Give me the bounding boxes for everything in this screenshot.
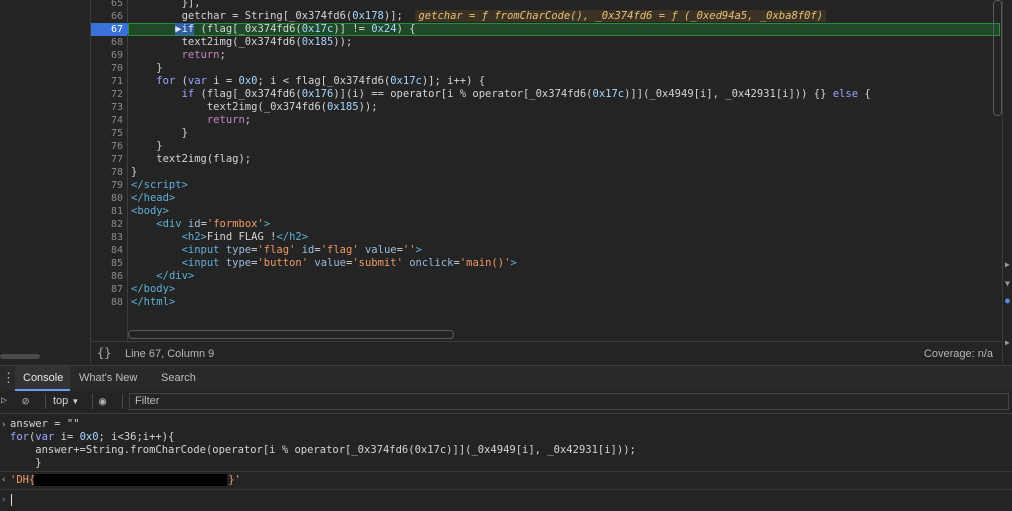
code-line-83[interactable]: <h2>Find FLAG !</h2> bbox=[131, 231, 308, 244]
line-number-active[interactable]: 67 bbox=[91, 23, 123, 36]
source-editor[interactable]: 65 66 67 68 69 70 71 72 73 74 75 76 77 7… bbox=[91, 0, 1001, 340]
console-prompt-input[interactable] bbox=[11, 494, 12, 506]
line-number[interactable]: 68 bbox=[91, 36, 123, 49]
line-number[interactable]: 70 bbox=[91, 62, 123, 75]
output-chevron-icon: ‹ bbox=[1, 475, 7, 485]
console-input-line: answer = "" bbox=[10, 418, 80, 430]
console-output[interactable]: › answer = "" for(var i= 0x0; i<36;i++){… bbox=[0, 414, 1012, 511]
input-chevron-icon: › bbox=[1, 420, 7, 430]
expand-arrow-icon[interactable]: ▶ bbox=[1005, 338, 1010, 347]
code-line-67[interactable]: ▶if (flag[​_0x374fd6(0x17c)] != 0x24) { bbox=[131, 23, 416, 36]
console-input-line: answer+=String.fromCharCode(operator[i %… bbox=[10, 444, 636, 456]
eye-icon[interactable]: ◉ bbox=[99, 394, 106, 408]
line-number[interactable]: 75 bbox=[91, 127, 123, 140]
code-line-79[interactable]: </script> bbox=[131, 179, 188, 192]
chevron-down-icon: ▼ bbox=[71, 397, 80, 406]
drawer-menu-icon[interactable]: ⋮ bbox=[2, 371, 15, 386]
pretty-print-button[interactable]: {} bbox=[97, 346, 111, 360]
code-line-68[interactable]: text2img(_0x374fd6(0x185)); bbox=[131, 36, 353, 49]
code-line-88[interactable]: </html> bbox=[131, 296, 175, 309]
tab-console-label: Console bbox=[23, 372, 64, 384]
line-number[interactable]: 88 bbox=[91, 296, 123, 309]
line-number[interactable]: 71 bbox=[91, 75, 123, 88]
line-number[interactable]: 65 bbox=[91, 0, 123, 10]
sidebar-toggle-icon[interactable]: ▷ bbox=[1, 395, 7, 406]
line-number[interactable]: 74 bbox=[91, 114, 123, 127]
context-selector-value: top bbox=[53, 395, 69, 407]
code-line-87[interactable]: </body> bbox=[131, 283, 175, 296]
code-line-82[interactable]: <div id='formbox'> bbox=[131, 218, 270, 231]
toolbar-divider bbox=[122, 394, 123, 409]
code-line-74[interactable]: return; bbox=[131, 114, 251, 127]
code-line-70[interactable]: } bbox=[131, 62, 162, 75]
code-line-81[interactable]: <body> bbox=[131, 205, 169, 218]
navigator-scrollbar[interactable] bbox=[0, 354, 40, 359]
console-input-line: for(var i= 0x0; i<36;i++){ bbox=[10, 431, 175, 443]
code-line-80[interactable]: </head> bbox=[131, 192, 175, 205]
line-number[interactable]: 80 bbox=[91, 192, 123, 205]
editor-vertical-scrollbar[interactable] bbox=[993, 0, 1002, 116]
toolbar-divider bbox=[92, 394, 93, 409]
prompt-chevron-icon: › bbox=[1, 495, 7, 505]
line-gutter[interactable]: 65 66 67 68 69 70 71 72 73 74 75 76 77 7… bbox=[91, 0, 133, 340]
console-toolbar: ▷ ⊘ top ▼ ◉ Filter bbox=[0, 391, 1012, 414]
code-line-77[interactable]: text2img(flag); bbox=[131, 153, 251, 166]
clear-console-icon[interactable]: ⊘ bbox=[22, 394, 29, 408]
code-line-73[interactable]: text2img(_0x374fd6(0x185)); bbox=[131, 101, 378, 114]
filter-input[interactable]: Filter bbox=[129, 393, 1009, 410]
context-selector[interactable]: top ▼ bbox=[53, 395, 79, 407]
line-number[interactable]: 69 bbox=[91, 49, 123, 62]
code-line-72[interactable]: if (flag[_0x374fd6(0x176)](i) == operato… bbox=[131, 88, 871, 101]
console-result-row[interactable]: ‹ 'DH{ }' bbox=[0, 471, 1012, 490]
code-line-76[interactable]: } bbox=[131, 140, 162, 153]
line-number[interactable]: 87 bbox=[91, 283, 123, 296]
line-number[interactable]: 66 bbox=[91, 10, 123, 23]
result-suffix: }' bbox=[228, 474, 241, 486]
editor-horizontal-scrollbar[interactable] bbox=[128, 330, 454, 339]
cursor-position: Line 67, Column 9 bbox=[125, 348, 215, 360]
line-number[interactable]: 86 bbox=[91, 270, 123, 283]
tab-whats-new[interactable]: What's New bbox=[79, 372, 137, 384]
debugger-sidebar bbox=[1002, 0, 1012, 364]
code-line-69[interactable]: return; bbox=[131, 49, 226, 62]
code-line-86[interactable]: </div> bbox=[131, 270, 194, 283]
code-line-71[interactable]: for (var i = 0x0; i < flag[_0x374fd6(0x1… bbox=[131, 75, 485, 88]
line-number[interactable]: 83 bbox=[91, 231, 123, 244]
line-number[interactable]: 76 bbox=[91, 140, 123, 153]
editor-status-bar: {} Line 67, Column 9 Coverage: n/a bbox=[91, 341, 1001, 365]
drawer-tab-bar: ⋮ Console What's New Search bbox=[0, 365, 1012, 392]
tab-console[interactable]: Console bbox=[15, 366, 70, 391]
line-number[interactable]: 78 bbox=[91, 166, 123, 179]
navigator-pane bbox=[0, 0, 91, 364]
code-line-78[interactable]: } bbox=[131, 166, 137, 179]
line-number[interactable]: 84 bbox=[91, 244, 123, 257]
tab-search[interactable]: Search bbox=[161, 372, 196, 384]
collapse-arrow-icon[interactable]: ▼ bbox=[1005, 279, 1010, 288]
expand-arrow-icon[interactable]: ▶ bbox=[1005, 260, 1010, 269]
line-number[interactable]: 72 bbox=[91, 88, 123, 101]
code-line-66[interactable]: getchar = String[_0x374fd6(0x178)]; getc… bbox=[131, 10, 827, 23]
code-line-85[interactable]: <input type='button' value='submit' oncl… bbox=[131, 257, 517, 270]
inline-value-badge: getchar = ƒ fromCharCode(), _0x374fd6 = … bbox=[415, 10, 827, 22]
line-number[interactable]: 79 bbox=[91, 179, 123, 192]
line-number[interactable]: 77 bbox=[91, 153, 123, 166]
toolbar-divider bbox=[45, 394, 46, 409]
code-line-65[interactable]: }], bbox=[131, 0, 201, 10]
line-number[interactable]: 81 bbox=[91, 205, 123, 218]
coverage-status: Coverage: n/a bbox=[923, 348, 993, 360]
dot-icon: ● bbox=[1005, 296, 1010, 305]
console-input-line: } bbox=[10, 457, 42, 469]
line-number[interactable]: 85 bbox=[91, 257, 123, 270]
result-prefix: 'DH{ bbox=[10, 474, 36, 486]
redaction-bar bbox=[34, 474, 227, 486]
code-line-75[interactable]: } bbox=[131, 127, 188, 140]
line-number[interactable]: 73 bbox=[91, 101, 123, 114]
line-number[interactable]: 82 bbox=[91, 218, 123, 231]
code-line-84[interactable]: <input type='flag' id='flag' value=''> bbox=[131, 244, 422, 257]
